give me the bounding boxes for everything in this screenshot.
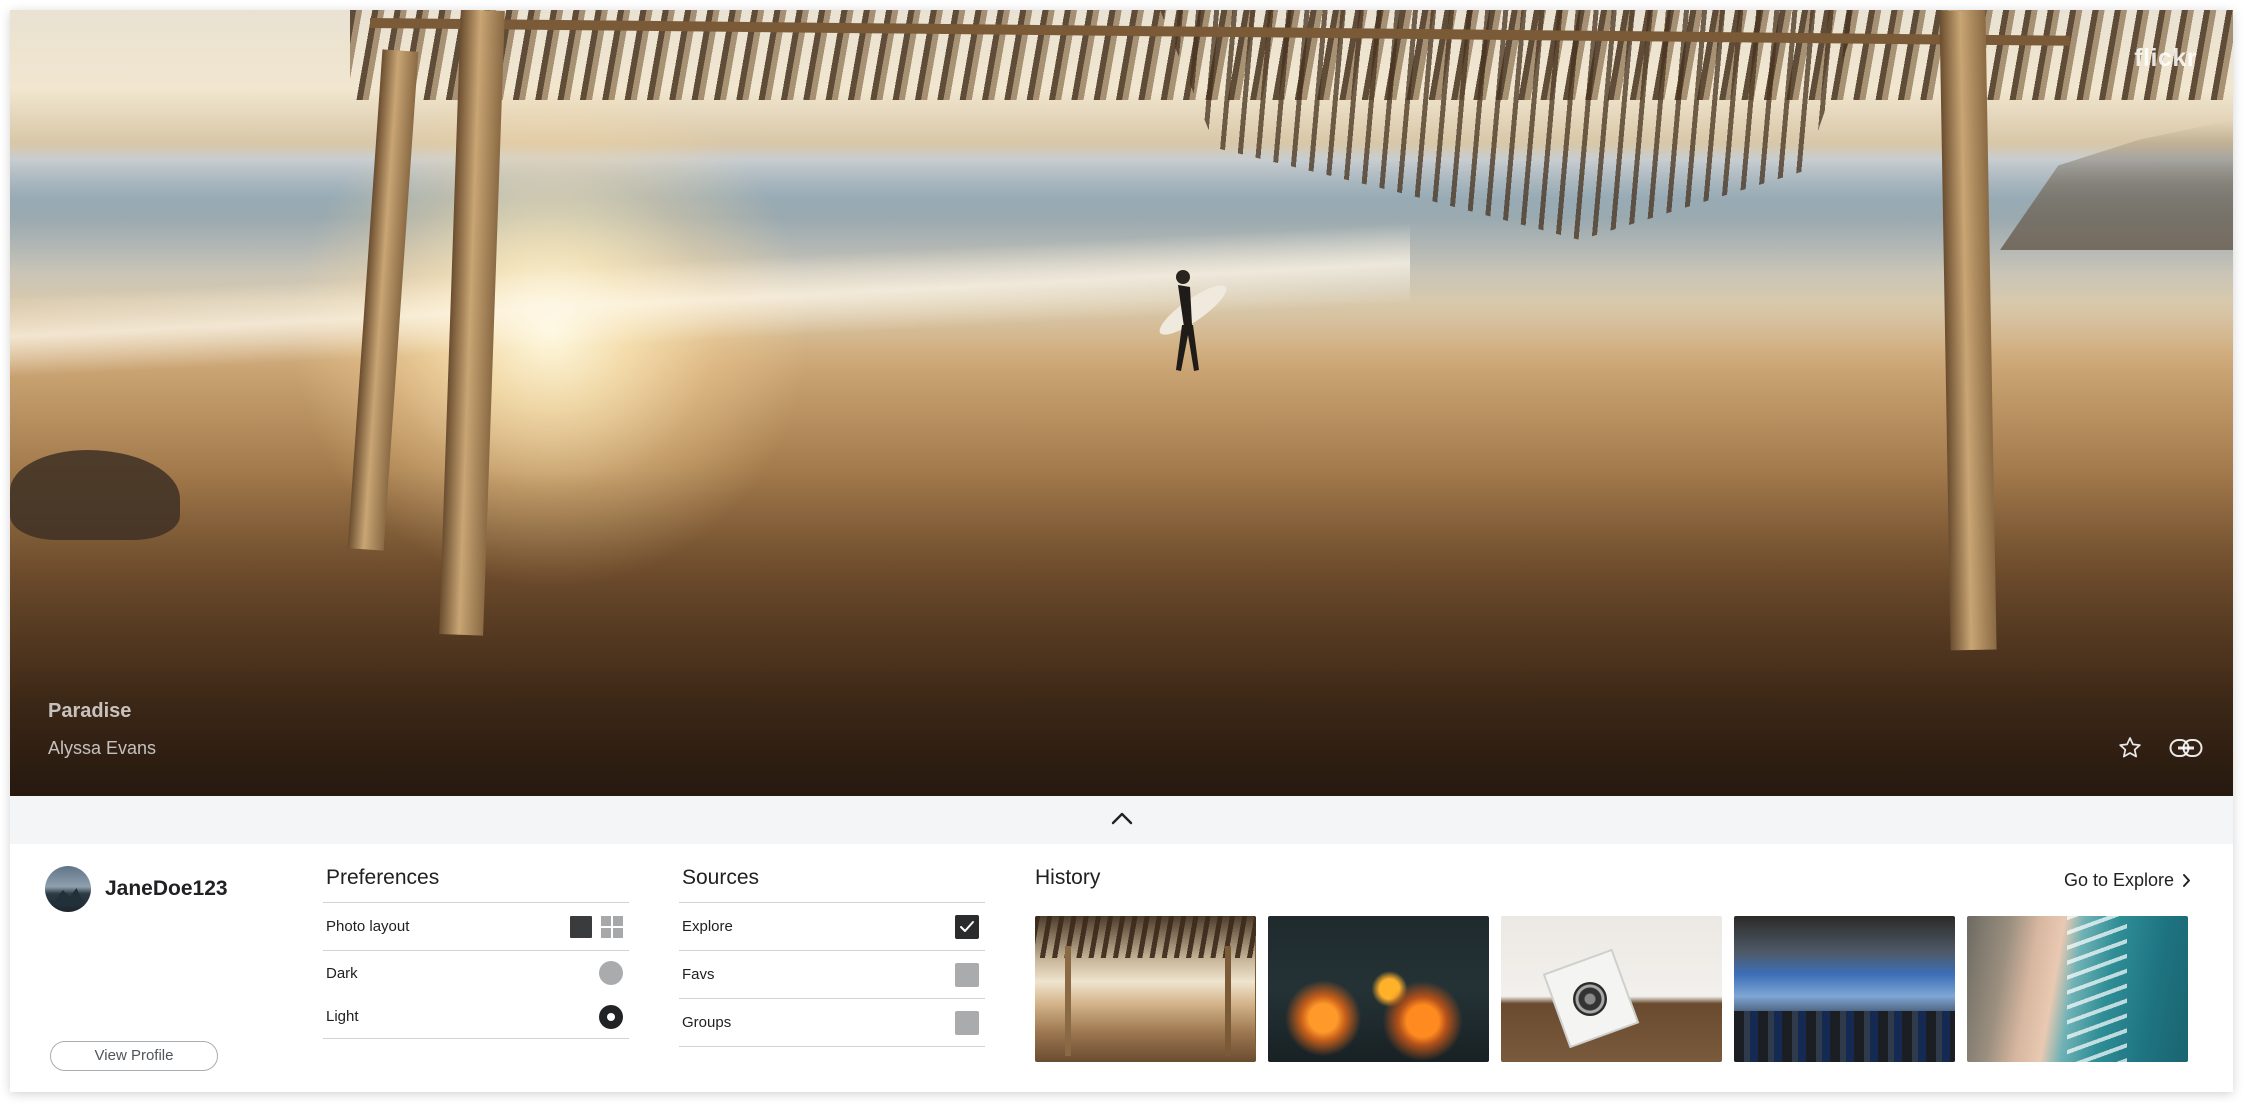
beach-rock <box>10 450 180 540</box>
sources-title: Sources <box>682 866 760 889</box>
sources-list: Explore Favs Groups <box>679 902 985 1047</box>
go-to-explore-link[interactable]: Go to Explore <box>2064 870 2191 891</box>
source-groups-checkbox[interactable] <box>955 1010 979 1035</box>
sources-section: Sources Explore Favs Groups <box>679 866 985 1047</box>
history-title: History <box>1035 866 1101 889</box>
sand-shadow <box>10 470 2233 796</box>
source-favs-checkbox[interactable] <box>955 962 979 987</box>
history-thumbnail-5[interactable] <box>1967 916 2188 1062</box>
star-icon[interactable] <box>2113 733 2147 763</box>
link-icon[interactable] <box>2169 733 2203 763</box>
theme-light-radio[interactable] <box>599 1004 623 1029</box>
source-favs-row[interactable]: Favs <box>679 951 985 999</box>
chevron-up-icon[interactable] <box>1110 811 1134 830</box>
history-thumbnails <box>1035 916 2188 1062</box>
source-explore-label: Explore <box>682 918 733 935</box>
history-thumbnail-2[interactable] <box>1268 916 1489 1062</box>
app-window: flickr Paradise Alyssa Evans JaneDoe123 … <box>10 10 2233 1092</box>
history-thumbnail-1[interactable] <box>1035 916 1256 1062</box>
flickr-logo[interactable]: flickr <box>2134 44 2197 73</box>
theme-dark-radio[interactable] <box>599 961 623 985</box>
theme-dark-row[interactable]: Dark <box>323 951 629 995</box>
photo-author[interactable]: Alyssa Evans <box>48 738 156 759</box>
history-thumbnail-4[interactable] <box>1734 916 1955 1062</box>
avatar[interactable] <box>45 866 91 912</box>
chevron-right-icon <box>2183 874 2190 887</box>
photo-layout-row: Photo layout <box>323 903 629 951</box>
view-profile-button[interactable]: View Profile <box>50 1041 218 1071</box>
source-explore-checkbox[interactable] <box>955 914 979 939</box>
source-favs-label: Favs <box>682 966 715 983</box>
grid-layout-icon[interactable] <box>601 915 623 938</box>
hero-photo[interactable]: flickr Paradise Alyssa Evans <box>10 10 2233 796</box>
history-thumbnail-3[interactable] <box>1501 916 1722 1062</box>
go-to-explore-label: Go to Explore <box>2063 870 2174 890</box>
settings-panel: JaneDoe123 View Profile Preferences Phot… <box>10 844 2233 1092</box>
photo-actions <box>2113 733 2203 763</box>
theme-light-label: Light <box>326 1008 359 1025</box>
username[interactable]: JaneDoe123 <box>105 877 228 901</box>
palapa-post-right <box>1939 10 1997 651</box>
preferences-title: Preferences <box>326 866 440 889</box>
theme-dark-label: Dark <box>326 964 358 982</box>
single-layout-icon[interactable] <box>570 915 592 938</box>
preferences-list: Photo layout Dark Light <box>323 902 629 1039</box>
layout-toggle <box>570 915 623 938</box>
theme-light-row[interactable]: Light <box>323 995 629 1039</box>
surfer-figure <box>1159 270 1227 371</box>
collapse-bar[interactable] <box>10 796 2233 844</box>
preferences-section: Preferences Photo layout Dark Light <box>323 866 629 1039</box>
photo-title[interactable]: Paradise <box>48 700 131 723</box>
source-explore-row[interactable]: Explore <box>679 903 985 951</box>
source-groups-row[interactable]: Groups <box>679 999 985 1047</box>
photo-layout-label: Photo layout <box>326 918 410 935</box>
source-groups-label: Groups <box>682 1014 732 1031</box>
